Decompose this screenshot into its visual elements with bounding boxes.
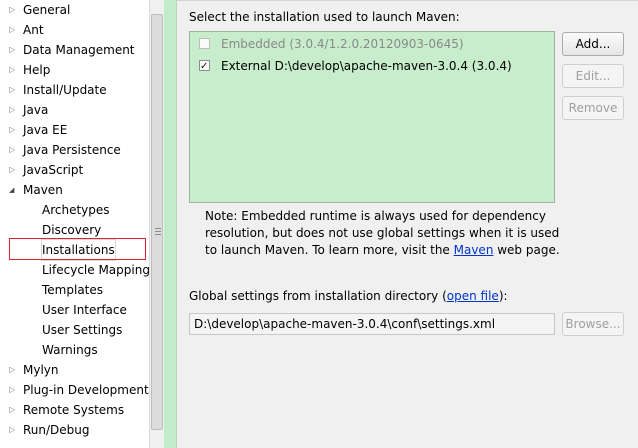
tree-item-help[interactable]: ▷ Help [0,60,149,80]
expand-arrow-icon[interactable]: ▷ [9,80,17,100]
maven-link[interactable]: Maven [454,243,494,257]
note-line-2: resolution, but does not use global sett… [205,226,560,240]
note-line-3: to launch Maven. To learn more, visit th… [205,242,560,259]
expand-arrow-icon[interactable]: ▷ [9,0,17,20]
tree-item-lifecycle-mapping[interactable]: Lifecycle Mapping [0,260,149,280]
tree-item-mylyn[interactable]: ▷ Mylyn [0,360,149,380]
tree-item-java-ee[interactable]: ▷ Java EE [0,120,149,140]
expand-arrow-icon[interactable]: ▷ [9,120,17,140]
tree-item-templates[interactable]: Templates [0,280,149,300]
tree-item-label: Help [23,63,51,77]
tree-item-label: Mylyn [23,363,59,377]
top-border [177,0,638,1]
expand-arrow-icon[interactable]: ▷ [9,420,17,440]
expand-arrow-icon[interactable]: ▷ [9,140,17,160]
label-text: ): [498,289,508,303]
tree-item-plug-in-development[interactable]: ▷ Plug-in Development [0,380,149,400]
tree-item-label: Remote Systems [23,403,125,417]
embedded-checkbox[interactable] [199,38,210,49]
installations-list[interactable]: Embedded (3.0.4/1.2.0.20120903-0645) Ext… [189,31,555,203]
expand-arrow-icon[interactable]: ▷ [9,400,17,420]
tree-scrollbar[interactable] [149,0,164,448]
tree-item-label: User Interface [42,303,127,317]
tree-item-warnings[interactable]: Warnings [0,340,149,360]
edit-button[interactable]: Edit... [562,64,624,88]
tree-item-label: Lifecycle Mapping [42,263,149,277]
tree-item-label: Warnings [42,343,98,357]
remove-button[interactable]: Remove [562,96,624,120]
expand-arrow-icon[interactable]: ▷ [9,380,17,400]
note-text: to launch Maven. To learn more, visit th… [205,243,454,257]
external-checkbox[interactable] [199,57,210,77]
tree-item-label: Archetypes [42,203,110,217]
preferences-tree: ▷ General ▷ Ant ▷ Data Management ▷ Help ▷ Instal… [0,0,149,448]
tree-item-label: Discovery [42,223,102,237]
tree-item-ant[interactable]: ▷ Ant [0,20,149,40]
label-text: Global settings from installation direct… [189,289,447,303]
highlight-annotation-box [9,238,146,260]
expand-arrow-icon[interactable]: ▷ [9,160,17,180]
tree-item-label: General [23,3,71,17]
collapse-arrow-icon[interactable]: ◢ [9,180,17,200]
scrollbar-thumb[interactable] [151,14,163,430]
tree-item-label: Java EE [23,123,68,137]
tree-item-label: Data Management [23,43,135,57]
tree-item-label: Install/Update [23,83,107,97]
browse-button[interactable]: Browse... [562,312,624,336]
tree-item-label: JavaScript [23,163,84,177]
tree-item-label: User Settings [42,323,123,337]
open-file-link[interactable]: open file [447,289,499,303]
add-button[interactable]: Add... [562,32,624,56]
tree-item-data-management[interactable]: ▷ Data Management [0,40,149,60]
tree-item-label: Maven [23,183,63,197]
installations-label: Select the installation used to launch M… [189,10,460,24]
installation-label: External D:\develop\apache-maven-3.0.4 (… [221,59,512,73]
note-line-1: Note: Embedded runtime is always used fo… [205,209,546,223]
tree-item-user-interface[interactable]: User Interface [0,300,149,320]
tree-item-install-update[interactable]: ▷ Install/Update [0,80,149,100]
tree-item-discovery[interactable]: Discovery [0,220,149,240]
tree-item-label: Java [23,103,49,117]
tree-item-maven[interactable]: ◢ Maven [0,180,149,200]
note-text: web page. [493,243,560,257]
tree-item-label: Java Persistence [23,143,121,157]
tree-item-archetypes[interactable]: Archetypes [0,200,149,220]
tree-item-label: Ant [23,23,44,37]
tree-item-user-settings[interactable]: User Settings [0,320,149,340]
tree-item-run-debug[interactable]: ▷ Run/Debug [0,420,149,440]
panel-sash[interactable] [164,0,176,448]
tree-item-label: Plug-in Development [23,383,149,397]
expand-arrow-icon[interactable]: ▷ [9,360,17,380]
embedded-runtime-note: Note: Embedded runtime is always used fo… [205,208,560,259]
installation-label: Embedded (3.0.4/1.2.0.20120903-0645) [221,37,464,51]
tree-item-general[interactable]: ▷ General [0,0,149,20]
global-settings-path-field[interactable]: D:\develop\apache-maven-3.0.4\conf\setti… [189,313,555,335]
tree-item-label: Run/Debug [23,423,90,437]
scrollbar-grip-icon [155,228,161,235]
maven-installations-page: Select the installation used to launch M… [176,0,638,448]
tree-item-java-persistence[interactable]: ▷ Java Persistence [0,140,149,160]
tree-item-java[interactable]: ▷ Java [0,100,149,120]
tree-item-remote-systems[interactable]: ▷ Remote Systems [0,400,149,420]
tree-item-label: Templates [42,283,104,297]
global-settings-label: Global settings from installation direct… [189,289,508,303]
expand-arrow-icon[interactable]: ▷ [9,40,17,60]
expand-arrow-icon[interactable]: ▷ [9,60,17,80]
expand-arrow-icon[interactable]: ▷ [9,20,17,40]
expand-arrow-icon[interactable]: ▷ [9,100,17,120]
tree-item-javascript[interactable]: ▷ JavaScript [0,160,149,180]
